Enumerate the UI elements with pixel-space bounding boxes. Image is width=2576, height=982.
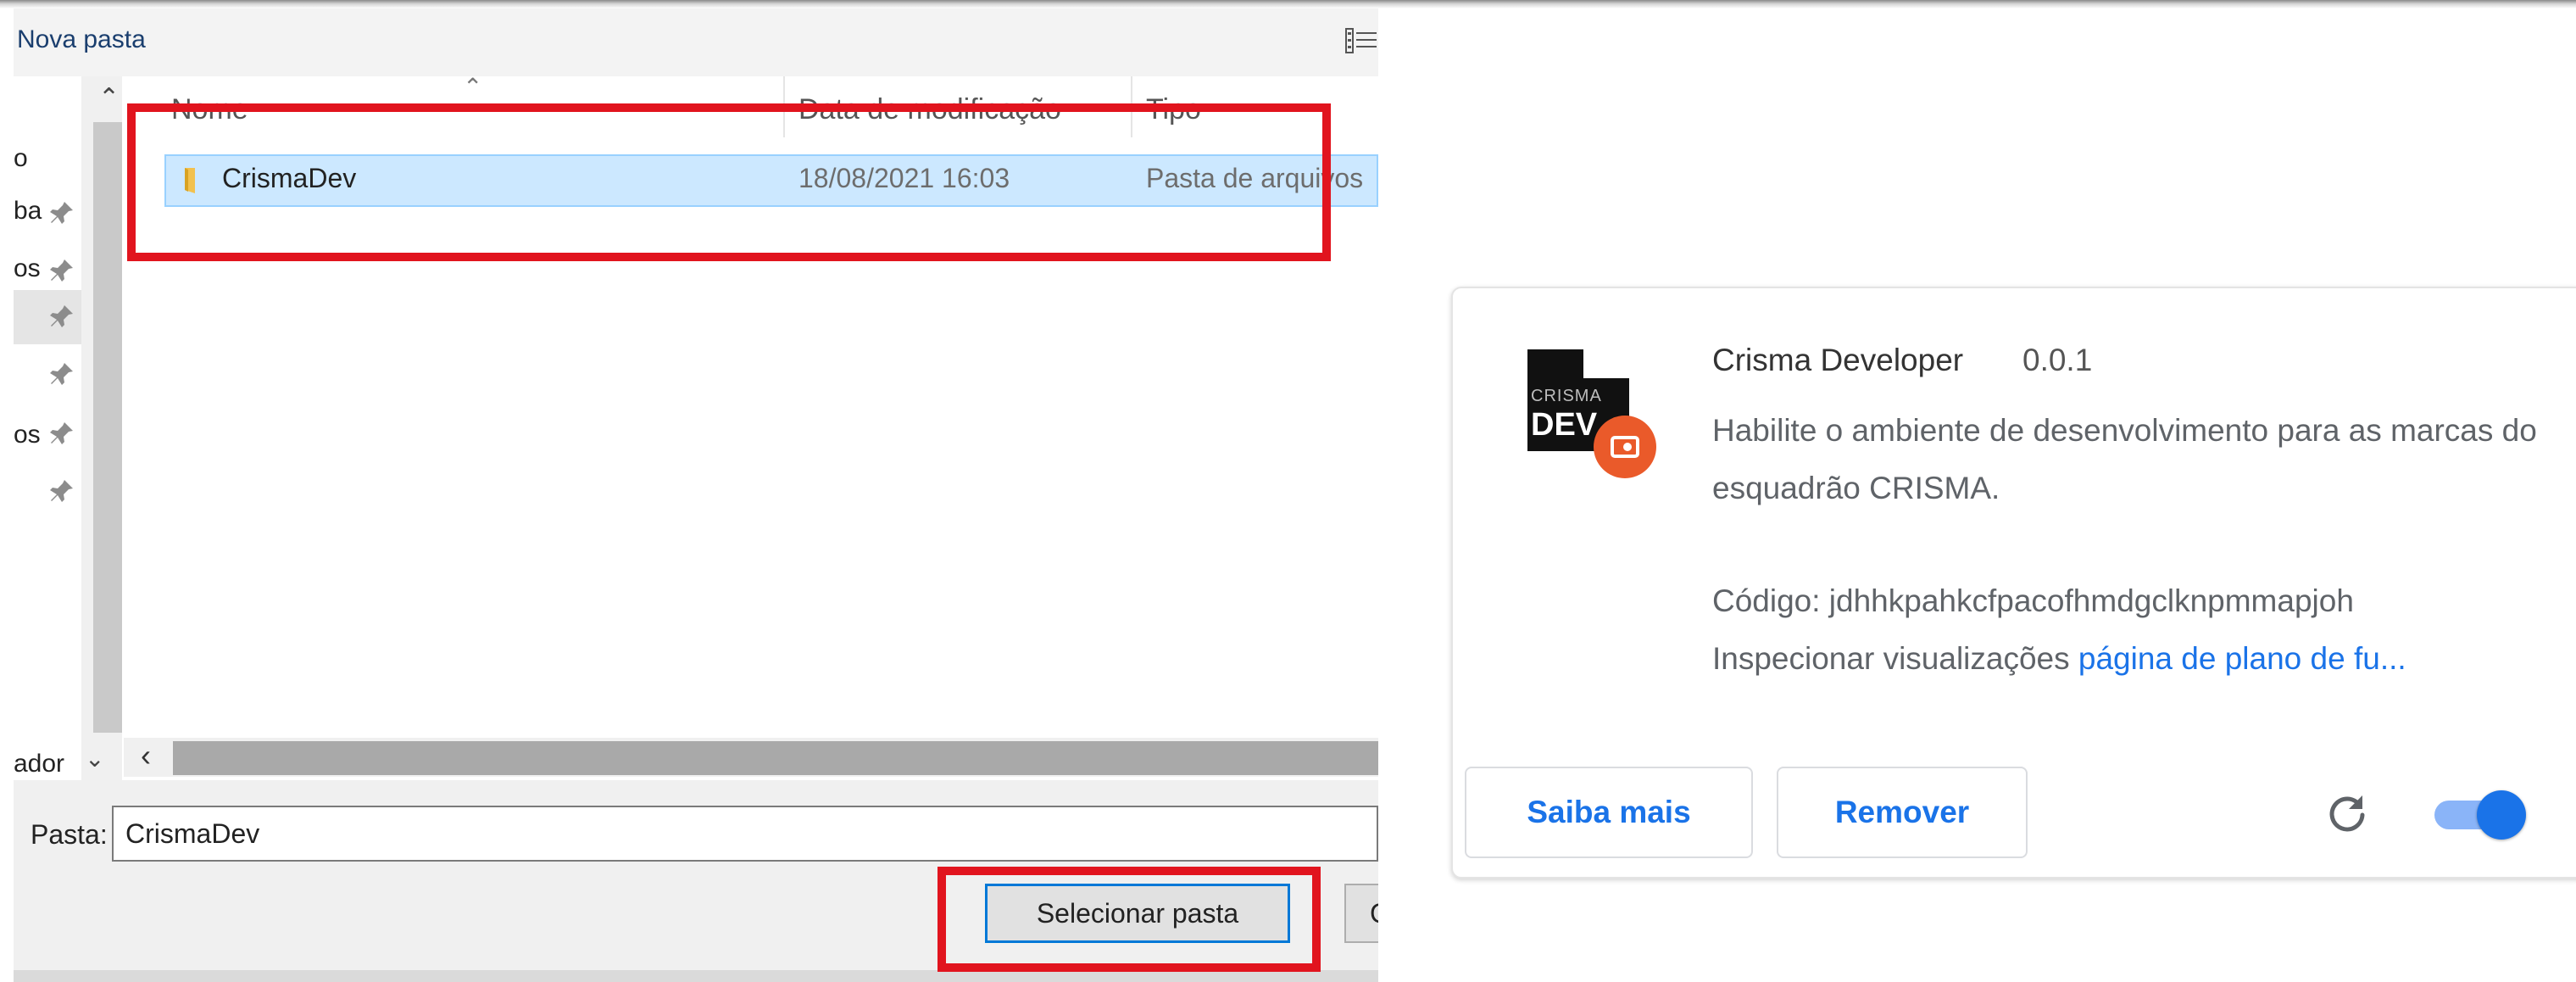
learn-more-button[interactable]: Saiba mais (1465, 767, 1753, 858)
dialog-toolbar: Nova pasta (14, 8, 1378, 76)
extension-name: Crisma Developer (1712, 343, 1964, 377)
logo-corner (1583, 349, 1629, 378)
annotation-highlight (937, 867, 1321, 972)
extension-enable-toggle[interactable] (2434, 790, 2526, 840)
nav-item[interactable]: o (14, 131, 81, 185)
badge-glyph-icon (1611, 436, 1639, 458)
background-page-link[interactable]: página de plano de fu... (2078, 641, 2406, 676)
nav-item[interactable] (14, 463, 81, 517)
scroll-up-icon[interactable]: ⌃ (98, 83, 120, 113)
status-bar (14, 970, 1378, 982)
toggle-knob (2477, 790, 2526, 840)
pin-icon (50, 480, 73, 502)
nav-pane-scrollbar[interactable]: ⌃ (81, 76, 122, 780)
extension-description: Habilite o ambiente de desenvolvimento p… (1712, 413, 2537, 505)
pin-icon (50, 305, 73, 327)
extension-id: Código: jdhhkpahkcfpacofhmdgclknpmmapjoh (1712, 583, 2354, 618)
nav-item-label: os (14, 421, 41, 449)
folder-label: Pasta: (31, 819, 108, 850)
scroll-left-icon[interactable]: ‹ (141, 738, 151, 773)
window-top-shadow (0, 0, 2576, 8)
nav-item[interactable]: ba (14, 178, 81, 232)
cancel-button[interactable]: C (1344, 884, 1378, 943)
scrollbar-thumb[interactable] (173, 741, 1378, 775)
nav-item[interactable] (14, 348, 81, 402)
logo-text-top: CRISMA (1531, 387, 1602, 405)
horizontal-scrollbar[interactable]: ‹ (124, 738, 1378, 777)
scrollbar-thumb[interactable] (93, 122, 122, 733)
nav-item-label: ador (14, 750, 65, 778)
remove-button[interactable]: Remover (1777, 767, 2028, 858)
new-folder-button[interactable]: Nova pasta (17, 25, 146, 54)
nav-item-label: os (14, 254, 41, 282)
extension-card: CRISMA DEV Crisma Developer 0.0.1 Habili… (1451, 287, 2576, 879)
navigation-pane: o ba os os ⌃ (14, 76, 122, 780)
sort-ascending-icon: ⌃ (463, 76, 483, 100)
pin-icon (50, 259, 73, 282)
reload-icon[interactable] (2323, 789, 2372, 838)
inspect-views: Inspecionar visualizações página de plan… (1712, 641, 2406, 677)
nav-item[interactable]: os (14, 236, 81, 290)
details-view-icon[interactable] (1344, 24, 1378, 58)
scroll-down-icon[interactable]: ⌄ (85, 745, 104, 773)
annotation-highlight (127, 103, 1331, 261)
nav-item-selected[interactable] (14, 290, 81, 344)
folder-name-input[interactable] (112, 806, 1378, 862)
inspect-views-label: Inspecionar visualizações (1712, 641, 2070, 676)
folder-picker-dialog: Nova pasta o ba os os ⌃ ador ⌄ ⌃ Nome Da… (0, 0, 1378, 982)
nav-item-label: o (14, 144, 28, 172)
pin-icon (50, 422, 73, 444)
extension-version: 0.0.1 (2022, 343, 2093, 377)
pin-icon (50, 363, 73, 385)
logo-text-bottom: DEV (1531, 407, 1598, 443)
unpacked-extension-badge-icon (1594, 416, 1656, 478)
dialog-left-edge (0, 0, 14, 982)
nav-item[interactable]: os (14, 405, 81, 460)
nav-item-label: ba (14, 197, 42, 225)
pin-icon (50, 202, 73, 224)
